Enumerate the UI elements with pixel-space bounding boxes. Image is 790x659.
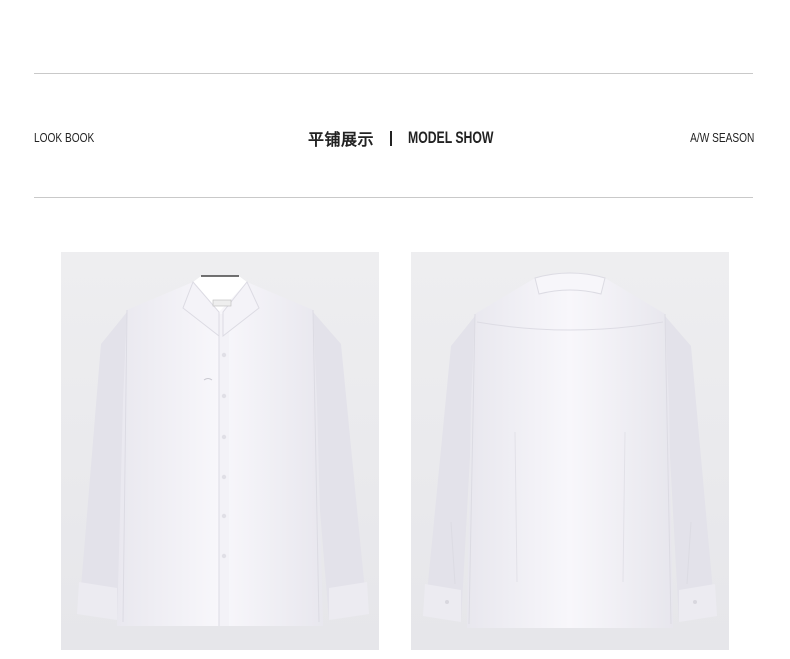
section-header: LOOK BOOK 平铺展示 MODEL SHOW A/W SEASON — [0, 124, 790, 152]
shirt-front-photo — [61, 252, 379, 650]
top-divider-line — [34, 73, 753, 74]
shirt-front-image — [61, 252, 379, 650]
shirt-back-photo — [411, 252, 729, 650]
section-title-en: MODEL SHOW — [408, 128, 494, 147]
look-book-label: LOOK BOOK — [34, 130, 95, 145]
section-title: 平铺展示 MODEL SHOW — [308, 126, 527, 150]
season-label: A/W SEASON — [689, 130, 754, 145]
title-separator — [390, 130, 393, 146]
bottom-divider-line — [34, 197, 753, 198]
shirt-back-image — [411, 252, 729, 650]
section-title-cn: 平铺展示 — [308, 130, 375, 149]
